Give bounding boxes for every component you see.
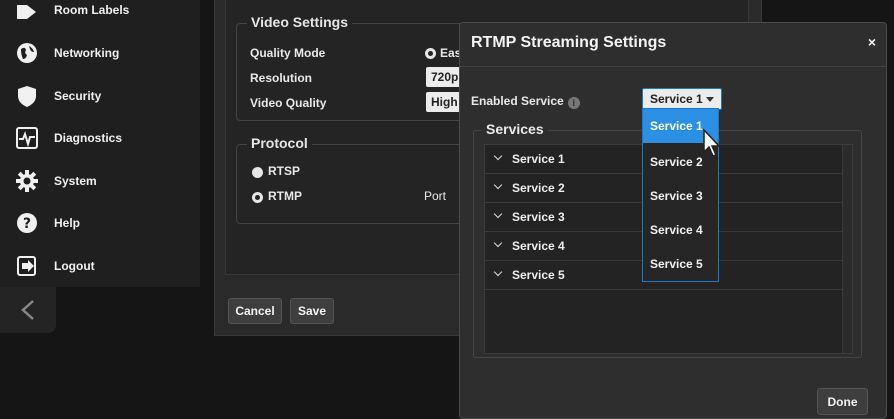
dialog-divider bbox=[460, 66, 886, 67]
rtsp-radio[interactable] bbox=[252, 167, 263, 178]
enabled-service-text: Enabled Service bbox=[471, 94, 564, 108]
chevron-down-icon bbox=[493, 209, 503, 219]
caret-down-icon bbox=[706, 97, 714, 102]
globe-icon bbox=[14, 40, 40, 66]
chevron-down-icon bbox=[493, 151, 503, 161]
chevron-down-icon bbox=[493, 180, 503, 190]
resolution-select[interactable]: 720p bbox=[426, 67, 460, 87]
sidebar-item-room-labels[interactable]: Room Labels bbox=[0, 0, 200, 30]
protocol-legend: Protocol bbox=[247, 135, 312, 151]
cancel-button[interactable]: Cancel bbox=[228, 298, 282, 324]
save-button[interactable]: Save bbox=[290, 298, 334, 324]
quality-mode-label: Quality Mode bbox=[250, 46, 326, 60]
video-quality-label: Video Quality bbox=[250, 96, 327, 110]
sidebar-item-label: Networking bbox=[54, 46, 120, 60]
mouse-cursor-icon bbox=[703, 128, 721, 157]
tag-icon bbox=[14, 0, 40, 23]
sidebar-item-label: Room Labels bbox=[54, 3, 130, 17]
chevron-down-icon bbox=[493, 267, 503, 277]
sidebar-item-label: Logout bbox=[54, 259, 95, 273]
video-quality-select[interactable]: High bbox=[426, 92, 460, 112]
service-label: Service 5 bbox=[512, 268, 565, 282]
rtsp-label: RTSP bbox=[268, 164, 301, 178]
question-icon: ? bbox=[14, 210, 40, 236]
sidebar-item-label: Security bbox=[54, 89, 102, 103]
logout-icon bbox=[14, 253, 40, 279]
resolution-label: Resolution bbox=[250, 71, 312, 85]
enabled-service-value: Service 1 bbox=[650, 92, 703, 106]
sidebar-item-label: System bbox=[54, 174, 97, 188]
chevron-left-icon bbox=[21, 300, 34, 320]
collapse-sidebar-button[interactable] bbox=[0, 287, 56, 333]
quality-mode-radio[interactable] bbox=[425, 48, 436, 59]
sidebar-item-networking[interactable]: Networking bbox=[0, 33, 200, 73]
sidebar-item-help[interactable]: ? Help bbox=[0, 203, 200, 243]
enabled-service-select[interactable]: Service 1 bbox=[642, 88, 722, 110]
dropdown-option-service-3[interactable]: Service 3 bbox=[643, 179, 718, 213]
service-label: Service 1 bbox=[512, 152, 565, 166]
close-icon[interactable]: × bbox=[868, 34, 876, 50]
rtmp-radio[interactable] bbox=[252, 192, 263, 203]
sidebar-item-label: Help bbox=[54, 216, 81, 230]
gear-icon bbox=[14, 168, 40, 194]
dialog-title: RTMP Streaming Settings bbox=[471, 34, 667, 51]
enabled-service-label: Enabled Service i bbox=[471, 94, 580, 109]
service-label: Service 4 bbox=[512, 239, 565, 253]
sidebar-item-label: Diagnostics bbox=[54, 131, 123, 145]
sidebar-item-system[interactable]: System bbox=[0, 161, 200, 201]
dropdown-option-service-4[interactable]: Service 4 bbox=[643, 213, 718, 247]
pulse-icon bbox=[14, 125, 40, 151]
sidebar: Room Labels Networking Security Diagnost… bbox=[0, 0, 200, 287]
shield-icon bbox=[14, 83, 40, 109]
services-scrollbar[interactable] bbox=[842, 145, 852, 353]
services-legend: Services bbox=[482, 121, 548, 137]
sidebar-item-logout[interactable]: Logout bbox=[0, 246, 200, 286]
video-settings-legend: Video Settings bbox=[247, 14, 352, 30]
port-label: Port bbox=[424, 189, 447, 203]
sidebar-item-security[interactable]: Security bbox=[0, 76, 200, 116]
rtmp-label: RTMP bbox=[268, 189, 302, 203]
sidebar-item-diagnostics[interactable]: Diagnostics bbox=[0, 118, 200, 158]
service-label: Service 2 bbox=[512, 181, 565, 195]
svg-text:?: ? bbox=[23, 216, 31, 232]
info-icon[interactable]: i bbox=[567, 97, 580, 109]
dropdown-option-service-5[interactable]: Service 5 bbox=[643, 247, 718, 281]
service-label: Service 3 bbox=[512, 210, 565, 224]
chevron-down-icon bbox=[493, 238, 503, 248]
done-button[interactable]: Done bbox=[817, 388, 868, 415]
